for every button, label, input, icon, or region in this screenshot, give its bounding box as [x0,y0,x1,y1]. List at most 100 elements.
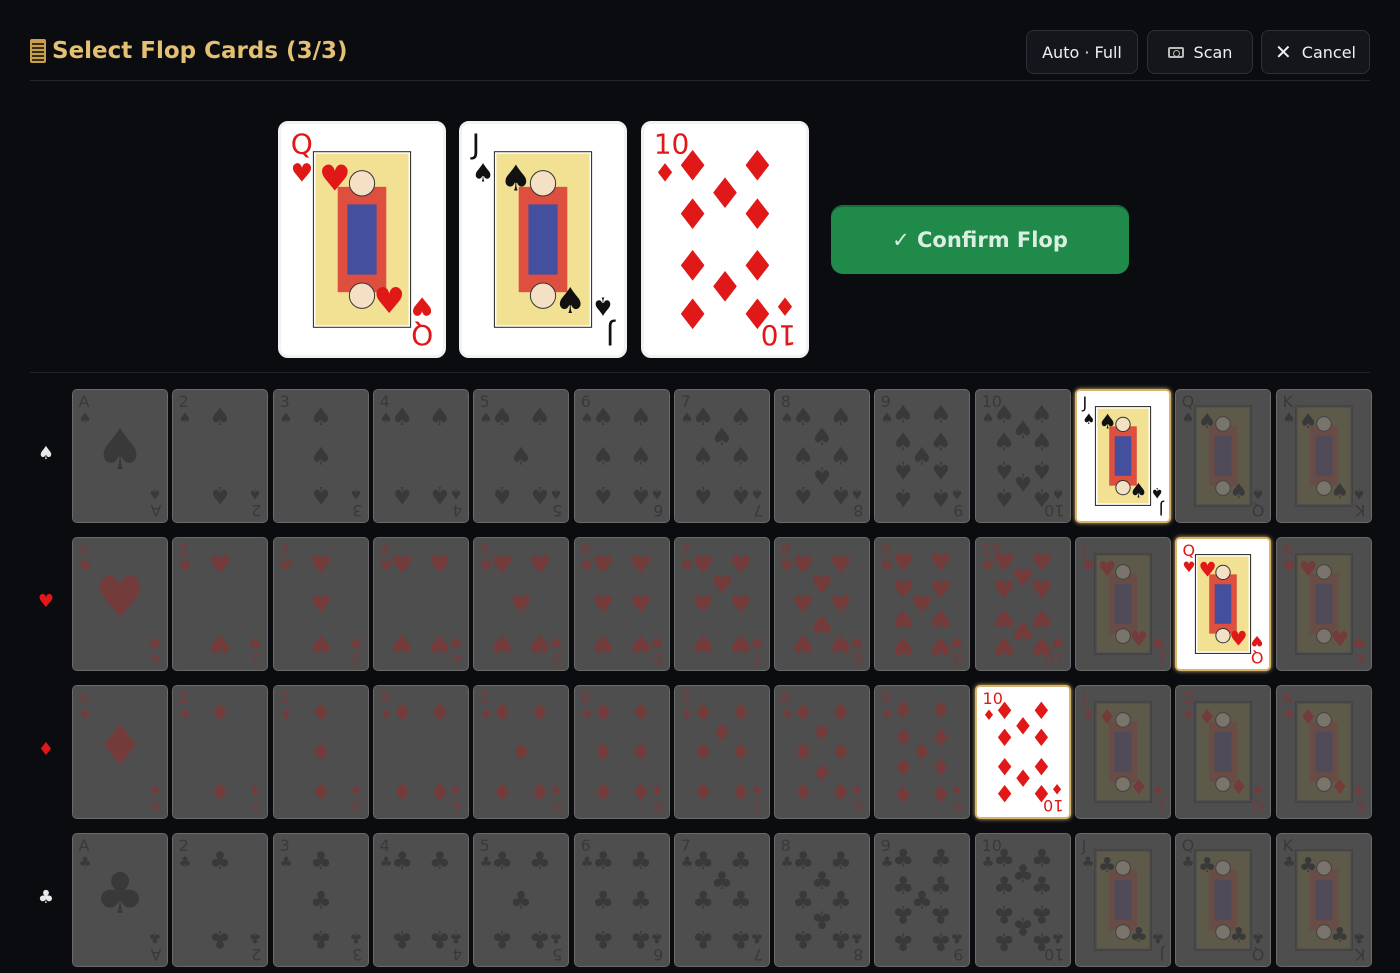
pip-icon: ♦ [994,752,1015,780]
card-4-clubs[interactable]: 4♣4♣♣♣♣♣ [372,833,469,967]
card-q-spades[interactable]: Q♠Q♠♠♠ [1175,389,1272,523]
card-3-clubs[interactable]: 3♣3♣♣♣♣ [272,833,369,967]
card-j-clubs[interactable]: J♣J♣♣♣ [1075,833,1171,967]
pip-icon: ♦ [739,190,777,239]
page-title-text: Select Flop Cards (3/3) [52,38,348,64]
card-10-diamonds[interactable]: 10 ♦ 10 ♦ ♦ ♦ ♦ ♦ ♦ ♦ ♦ ♦ ♦ ♦ [974,685,1071,819]
card-j-hearts[interactable]: J♥J♥♥♥ [1075,537,1171,671]
card-5-hearts[interactable]: 5♥5♥♥♥♥♥♥ [473,537,570,671]
card-4-diamonds[interactable]: 4♦4♦♦♦♦♦ [372,685,469,819]
card-8-diamonds[interactable]: 8♦8♦♦♦♦♦♦♦♦♦ [774,685,871,819]
card-j-diamonds[interactable]: J♦J♦♦♦ [1075,685,1171,819]
scan-button[interactable]: Scan [1147,30,1253,74]
card-5-spades[interactable]: 5♠5♠♠♠♠♠♠ [473,389,570,523]
selected-flop-card[interactable]: Q ♥ Q ♥ ♥ ♥ [278,121,446,358]
corner-rank: Q [1251,648,1264,667]
card-2-spades[interactable]: 2♠2♠♠♠ [172,389,269,523]
card-face: 10♦10♦♦ ♦♦♦ ♦♦ ♦♦♦ ♦ [654,127,797,351]
card-face: 9♥9♥♥♥♥♥♥♥♥♥♥ [875,538,970,670]
card-k-spades[interactable]: K♠K♠♠♠ [1275,389,1372,523]
card-face: 8♦8♦♦♦♦♦♦♦♦♦ [775,686,870,818]
card-k-hearts[interactable]: K♥K♥♥♥ [1275,537,1372,671]
card-deck-icon [30,39,46,63]
card-face: K♥K♥♥♥ [1276,538,1371,670]
pip-icon: ♦ [674,190,712,239]
card-face: J♣J♣♣♣ [1076,834,1170,966]
card-face: A♠A♠♠ [73,390,167,522]
card-7-spades[interactable]: 7♠7♠♠♠♠♠♠♠♠ [673,389,770,523]
card-face: 5♠5♠♠♠♠♠♠ [474,390,569,522]
face-suit-icon: ♥ [373,281,405,322]
card-q-clubs[interactable]: Q♣Q♣♣♣ [1175,833,1272,967]
card-face: 3♠3♠♠♠♠ [273,390,368,522]
card-2-hearts[interactable]: 2♥2♥♥♥ [172,537,269,671]
card-6-diamonds[interactable]: 6♦6♦♦♦♦♦♦♦ [573,685,670,819]
pip-icon: ♦ [739,141,777,190]
card-face: 4♥4♥♥♥♥♥ [373,538,468,670]
card-3-spades[interactable]: 3♠3♠♠♠♠ [272,389,369,523]
card-face: 3♣3♣♣♣♣ [273,834,368,966]
selected-flop-card[interactable]: 10 ♦ 10 ♦ ♦ ♦ ♦ ♦ ♦ ♦ ♦ ♦ ♦ ♦ [641,121,809,358]
card-face: 10♦10♦♦ ♦♦♦ ♦♦ ♦♦♦ ♦ [982,689,1063,815]
card-a-clubs[interactable]: A♣A♣♣ [72,833,168,967]
card-7-diamonds[interactable]: 7♦7♦♦♦♦♦♦♦♦ [673,685,770,819]
card-5-clubs[interactable]: 5♣5♣♣♣♣♣♣ [473,833,570,967]
card-9-clubs[interactable]: 9♣9♣♣♣♣♣♣♣♣♣♣ [874,833,971,967]
card-face: Q♣Q♣♣♣ [1176,834,1271,966]
card-7-hearts[interactable]: 7♥7♥♥♥♥♥♥♥♥ [673,537,770,671]
confirm-flop-button[interactable]: ✓ Confirm Flop [831,205,1129,274]
pip-icon: ♦ [1030,779,1051,807]
header: Select Flop Cards (3/3) Auto · Full Scan… [30,30,1370,81]
card-face: 4♠4♠♠♠♠♠ [373,390,468,522]
card-q-hearts[interactable]: Q ♥ Q ♥ ♥ ♥ [1175,537,1272,671]
corner-rank: Q [411,319,433,352]
card-k-diamonds[interactable]: K♦K♦♦♦ [1275,685,1372,819]
card-6-clubs[interactable]: 6♣6♣♣♣♣♣♣♣ [573,833,670,967]
card-face: 6♠6♠♠♠♠♠♠♠ [574,390,669,522]
card-a-diamonds[interactable]: A♦A♦♦ [72,685,168,819]
card-face: 9♣9♣♣♣♣♣♣♣♣♣♣ [875,834,970,966]
cancel-button[interactable]: ✕ Cancel [1261,30,1370,74]
card-face: 8♥8♥♥♥♥♥♥♥♥♥ [775,538,870,670]
corner-suit-icon: ♠ [592,292,615,321]
card-face: 5♣5♣♣♣♣♣♣ [474,834,569,966]
card-9-diamonds[interactable]: 9♦9♦♦♦♦♦♦♦♦♦♦ [874,685,971,819]
card-j-spades[interactable]: J ♠ J ♠ ♠ ♠ [1075,389,1171,523]
card-9-spades[interactable]: 9♠9♠♠♠♠♠♠♠♠♠♠ [874,389,971,523]
face-suit-icon: ♠ [554,281,586,322]
card-6-spades[interactable]: 6♠6♠♠♠♠♠♠♠ [573,389,670,523]
card-2-clubs[interactable]: 2♣2♣♣♣ [172,833,269,967]
card-q-diamonds[interactable]: Q♦Q♦♦♦ [1175,685,1272,819]
card-9-hearts[interactable]: 9♥9♥♥♥♥♥♥♥♥♥♥ [874,537,971,671]
card-8-clubs[interactable]: 8♣8♣♣♣♣♣♣♣♣♣ [774,833,871,967]
selected-flop-card[interactable]: J ♠ J ♠ ♠ ♠ [459,121,627,358]
card-3-diamonds[interactable]: 3♦3♦♦♦♦ [272,685,369,819]
card-face: Q♥Q♥♥♥ [291,127,434,352]
card-face: K♣K♣♣♣ [1276,834,1371,966]
card-face: 8♣8♣♣♣♣♣♣♣♣♣ [775,834,870,966]
diamonds-row-icon: ♦ [37,739,55,760]
card-8-hearts[interactable]: 8♥8♥♥♥♥♥♥♥♥♥ [774,537,871,671]
auto-full-button[interactable]: Auto · Full [1026,30,1138,74]
card-k-clubs[interactable]: K♣K♣♣♣ [1275,833,1372,967]
auto-full-label: Auto · Full [1042,42,1122,62]
card-4-spades[interactable]: 4♠4♠♠♠♠♠ [372,389,469,523]
card-10-spades[interactable]: 10♠10♠♠♠♠♠♠♠♠♠♠♠ [974,389,1071,523]
pip-icon: ♦ [674,240,712,289]
card-10-hearts[interactable]: 10♥10♥♥♥♥♥♥♥♥♥♥♥ [974,537,1071,671]
card-7-clubs[interactable]: 7♣7♣♣♣♣♣♣♣♣ [673,833,770,967]
pip-icon: ♦ [739,289,777,338]
card-8-spades[interactable]: 8♠8♠♠♠♠♠♠♠♠♠ [774,389,871,523]
card-6-hearts[interactable]: 6♥6♥♥♥♥♥♥♥ [573,537,670,671]
card-5-diamonds[interactable]: 5♦5♦♦♦♦♦♦ [473,685,570,819]
card-10-clubs[interactable]: 10♣10♣♣♣♣♣♣♣♣♣♣♣ [974,833,1071,967]
scan-label: Scan [1193,42,1233,62]
card-face: J♥J♥♥♥ [1076,538,1170,670]
card-a-hearts[interactable]: A♥A♥♥ [72,537,168,671]
card-face: 3♥3♥♥♥♥ [273,538,368,670]
divider [30,372,1370,373]
card-3-hearts[interactable]: 3♥3♥♥♥♥ [272,537,369,671]
card-2-diamonds[interactable]: 2♦2♦♦♦ [172,685,269,819]
card-4-hearts[interactable]: 4♥4♥♥♥♥♥ [372,537,469,671]
card-a-spades[interactable]: A♠A♠♠ [72,389,168,523]
